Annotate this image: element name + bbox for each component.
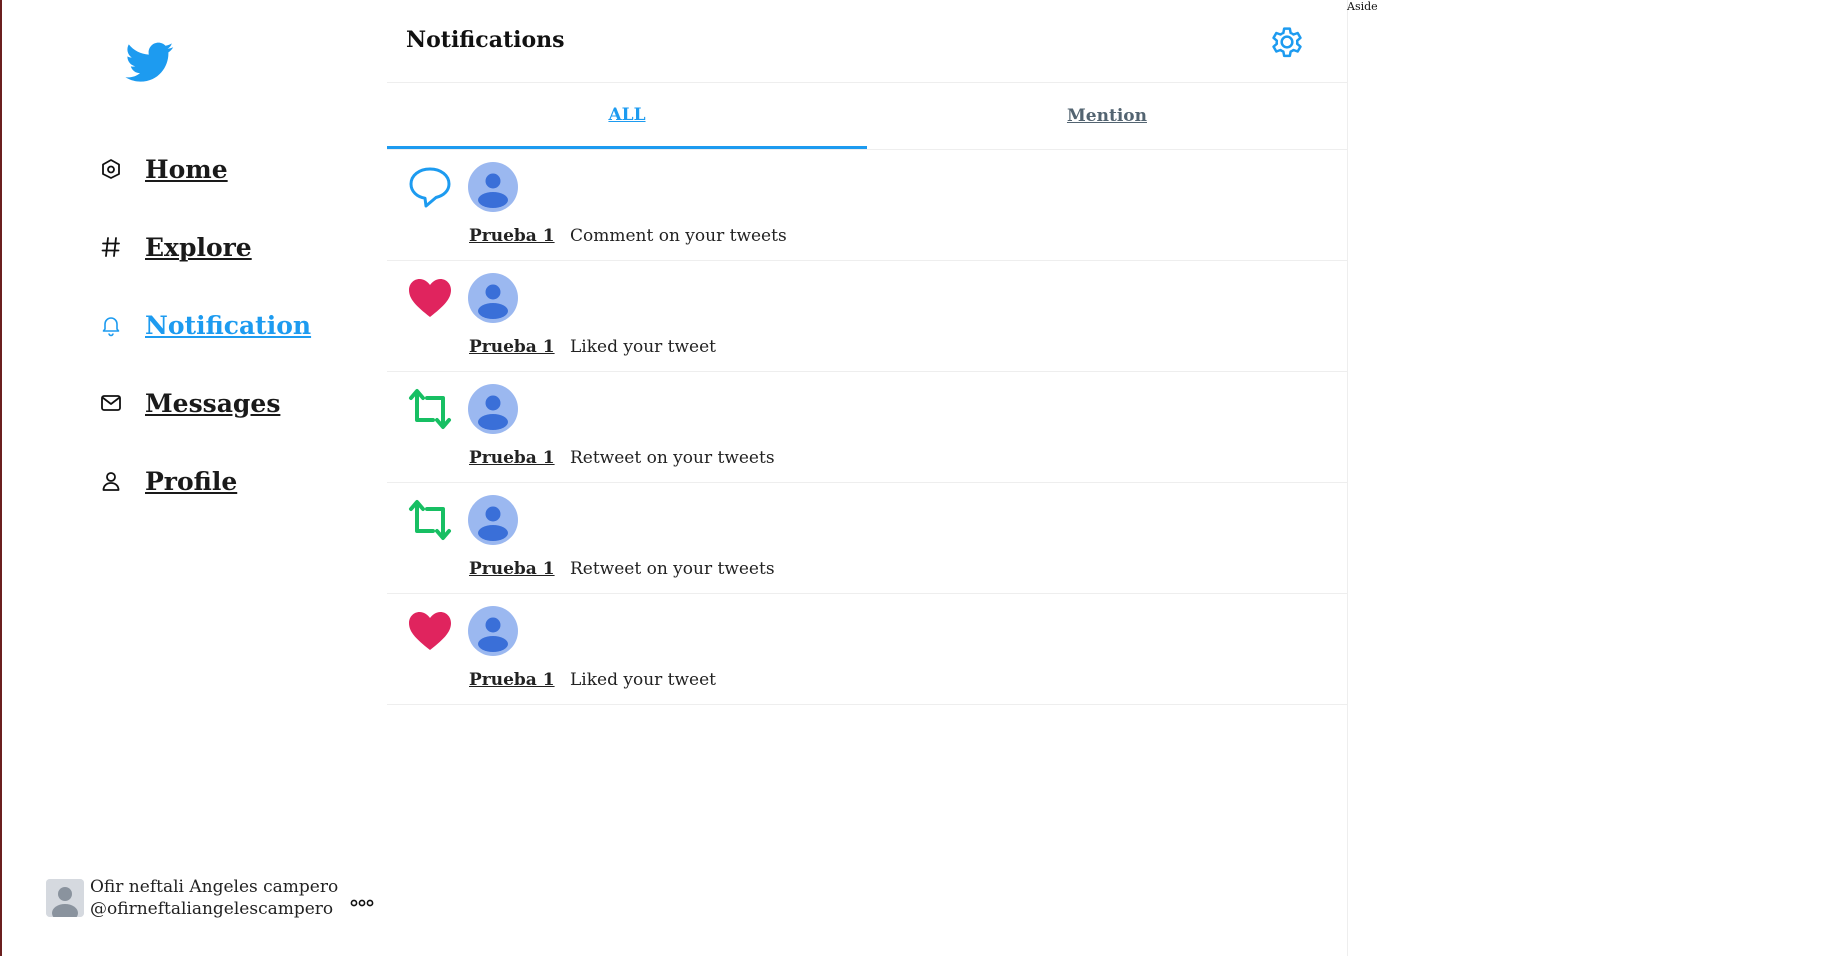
notification-text: Prueba 1 Retweet on your tweets bbox=[469, 448, 775, 468]
account-names: Ofir neftali Angeles campero @ofirneftal… bbox=[90, 876, 338, 920]
notification-message: Retweet on your tweets bbox=[569, 559, 775, 579]
tab-mention[interactable]: Mention bbox=[867, 83, 1347, 149]
nav-label-messages[interactable]: Messages bbox=[145, 389, 280, 418]
account-switcher[interactable]: Ofir neftali Angeles campero @ofirneftal… bbox=[46, 876, 374, 920]
more-icon[interactable] bbox=[350, 893, 374, 907]
gear-icon[interactable] bbox=[1267, 22, 1307, 62]
avatar[interactable] bbox=[468, 606, 518, 656]
notification-user[interactable]: Prueba 1 bbox=[469, 448, 555, 468]
notification-item[interactable]: Prueba 1 Comment on your tweets bbox=[387, 150, 1347, 261]
nav-label-profile[interactable]: Profile bbox=[145, 467, 237, 496]
notification-user[interactable]: Prueba 1 bbox=[469, 226, 555, 246]
tab-all[interactable]: ALL bbox=[387, 83, 867, 149]
avatar[interactable] bbox=[468, 273, 518, 323]
notification-message: Liked your tweet bbox=[569, 670, 717, 690]
heart-icon bbox=[407, 275, 453, 321]
retweet-icon bbox=[407, 497, 453, 543]
account-handle: @ofirneftaliangelescampero bbox=[90, 899, 334, 919]
heart-icon bbox=[407, 608, 453, 654]
main-column: Notifications ALL Mention Prueba 1 Comme… bbox=[387, 0, 1348, 956]
notification-message: Liked your tweet bbox=[569, 337, 717, 357]
nav-item-messages[interactable]: Messages bbox=[97, 364, 311, 442]
main-nav: Home Explore Notification Messages Profi… bbox=[97, 130, 311, 520]
notification-user[interactable]: Prueba 1 bbox=[469, 337, 555, 357]
mail-icon bbox=[97, 389, 125, 417]
nav-label-home[interactable]: Home bbox=[145, 155, 228, 184]
hashtag-icon bbox=[97, 233, 125, 261]
bell-icon bbox=[97, 311, 125, 339]
nav-item-notification[interactable]: Notification bbox=[97, 286, 311, 364]
notification-item[interactable]: Prueba 1 Liked your tweet bbox=[387, 594, 1347, 705]
notification-text: Prueba 1 Comment on your tweets bbox=[469, 226, 787, 246]
page-title: Notifications bbox=[406, 27, 565, 53]
avatar bbox=[46, 879, 84, 917]
nav-item-home[interactable]: Home bbox=[97, 130, 311, 208]
nav-label-notification[interactable]: Notification bbox=[145, 311, 311, 340]
comment-icon bbox=[407, 164, 453, 210]
avatar[interactable] bbox=[468, 162, 518, 212]
nav-item-profile[interactable]: Profile bbox=[97, 442, 311, 520]
notification-user[interactable]: Prueba 1 bbox=[469, 559, 555, 579]
avatar[interactable] bbox=[468, 495, 518, 545]
app-page: Home Explore Notification Messages Profi… bbox=[0, 0, 1822, 956]
aside-label: Aside bbox=[1347, 0, 1378, 13]
notification-item[interactable]: Prueba 1 Liked your tweet bbox=[387, 261, 1347, 372]
notification-tabs: ALL Mention bbox=[387, 83, 1347, 150]
notification-user[interactable]: Prueba 1 bbox=[469, 670, 555, 690]
notification-item[interactable]: Prueba 1 Retweet on your tweets bbox=[387, 372, 1347, 483]
notification-text: Prueba 1 Liked your tweet bbox=[469, 670, 716, 690]
notification-text: Prueba 1 Retweet on your tweets bbox=[469, 559, 775, 579]
user-icon bbox=[97, 467, 125, 495]
notification-item[interactable]: Prueba 1 Retweet on your tweets bbox=[387, 483, 1347, 594]
nav-label-explore[interactable]: Explore bbox=[145, 233, 252, 262]
notification-text: Prueba 1 Liked your tweet bbox=[469, 337, 716, 357]
notification-message: Comment on your tweets bbox=[569, 226, 787, 246]
notification-message: Retweet on your tweets bbox=[569, 448, 775, 468]
account-name: Ofir neftali Angeles campero bbox=[90, 877, 339, 897]
retweet-icon bbox=[407, 386, 453, 432]
home-icon bbox=[97, 155, 125, 183]
twitter-bird-icon[interactable] bbox=[122, 38, 178, 86]
nav-item-explore[interactable]: Explore bbox=[97, 208, 311, 286]
avatar[interactable] bbox=[468, 384, 518, 434]
page-header: Notifications bbox=[387, 0, 1347, 83]
sidebar: Home Explore Notification Messages Profi… bbox=[2, 0, 387, 956]
